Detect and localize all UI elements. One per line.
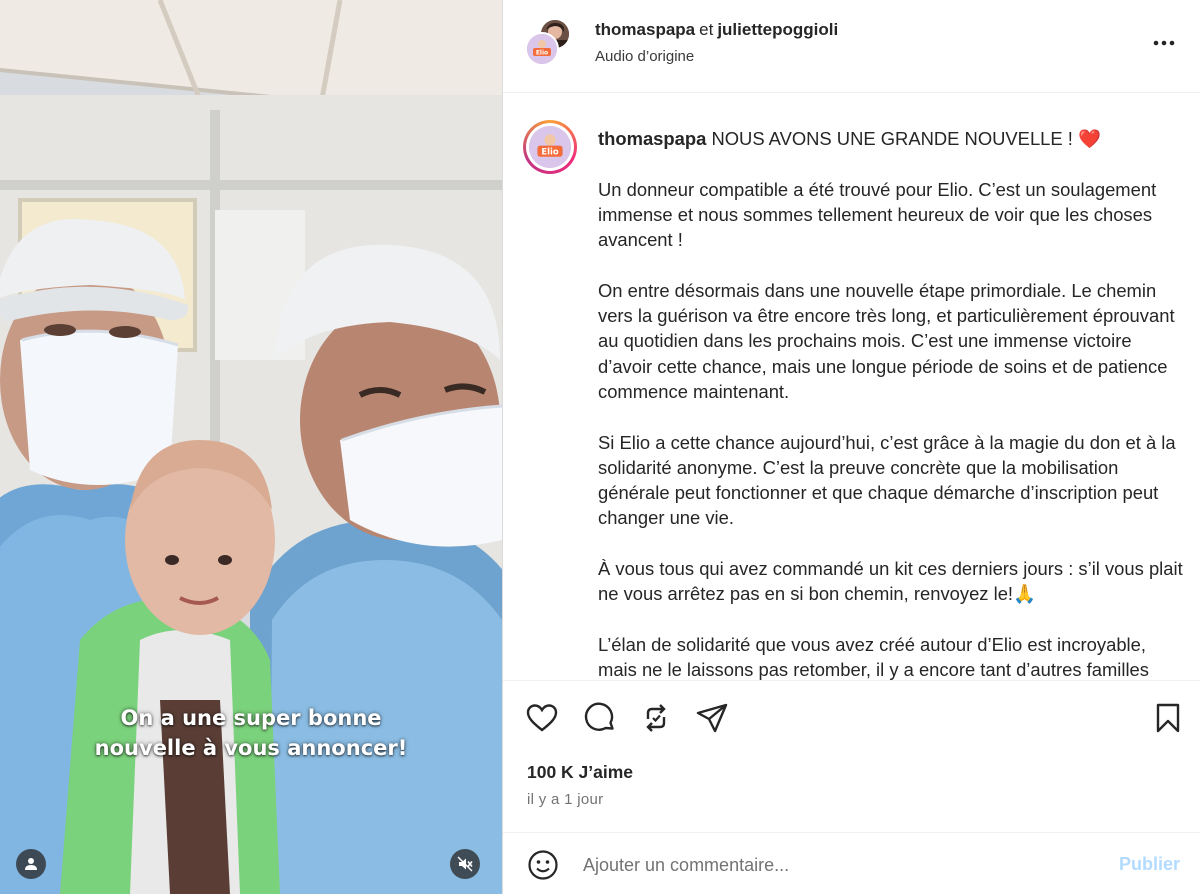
mute-toggle-button[interactable] bbox=[450, 849, 480, 879]
volume-muted-icon bbox=[457, 856, 473, 872]
avatar-thomaspapa[interactable]: Elio bbox=[525, 32, 559, 66]
caption-paragraph: Un donneur compatible a été trouvé pour … bbox=[598, 178, 1157, 251]
post-authors: thomaspapa et juliettepoggioli bbox=[595, 20, 838, 40]
author-link-1[interactable]: thomaspapa bbox=[595, 20, 695, 39]
emoji-picker-button[interactable] bbox=[527, 849, 559, 881]
more-options-button[interactable] bbox=[1149, 28, 1179, 58]
avatar-badge-text: Elio bbox=[541, 147, 558, 157]
add-comment-bar: Publier bbox=[503, 832, 1200, 894]
like-button[interactable] bbox=[525, 701, 559, 735]
author-connector: et bbox=[699, 20, 714, 39]
post-caption: thomaspapa NOUS AVONS UNE GRANDE NOUVELL… bbox=[598, 126, 1183, 680]
more-horizontal-icon bbox=[1153, 40, 1175, 46]
bookmark-icon bbox=[1156, 703, 1180, 733]
comment-button[interactable] bbox=[583, 701, 617, 735]
caption-paragraph: À vous tous qui avez commandé un kit ces… bbox=[598, 558, 1183, 605]
heart-icon bbox=[526, 704, 558, 732]
elio-badge-icon: Elio bbox=[527, 34, 557, 64]
repost-icon bbox=[646, 704, 666, 732]
comment-input[interactable] bbox=[583, 849, 1103, 881]
caption-author-avatar[interactable]: Elio bbox=[523, 120, 577, 174]
share-button[interactable] bbox=[695, 701, 729, 735]
save-button[interactable] bbox=[1151, 701, 1185, 735]
repost-button[interactable] bbox=[639, 701, 673, 735]
action-bar: 100 K J’aime il y a 1 jour bbox=[503, 680, 1200, 820]
post-panel: Elio thomaspapa et juliettepoggioli Audio … bbox=[502, 0, 1200, 894]
author-link-2[interactable]: juliettepoggioli bbox=[717, 20, 838, 39]
caption-paragraph: L’élan de solidarité que vous avez créé … bbox=[598, 633, 1149, 680]
caption-headline: NOUS AVONS UNE GRANDE NOUVELLE ! bbox=[711, 128, 1073, 149]
heart-emoji: ❤️ bbox=[1078, 128, 1101, 149]
caption-paragraph: Si Elio a cette chance aujourd’hui, c’es… bbox=[598, 431, 1176, 529]
emoji-icon bbox=[528, 850, 558, 880]
post-timestamp[interactable]: il y a 1 jour bbox=[527, 791, 603, 808]
caption-username[interactable]: thomaspapa bbox=[598, 128, 706, 149]
caption-paragraph: On entre désormais dans une nouvelle éta… bbox=[598, 279, 1175, 402]
collab-avatars[interactable]: Elio bbox=[525, 18, 575, 68]
pray-emoji: 🙏 bbox=[1013, 583, 1036, 605]
audio-link[interactable]: Audio d’origine bbox=[595, 48, 694, 65]
post-media[interactable]: On a une super bonne nouvelle à vous ann… bbox=[0, 0, 502, 894]
svg-text:Elio: Elio bbox=[536, 50, 548, 57]
video-caption-line-2: nouvelle à vous annoncer! bbox=[94, 736, 408, 760]
video-caption-line-1: On a une super bonne bbox=[120, 706, 382, 730]
caption-scroll-area[interactable]: Elio thomaspapa NOUS AVONS UNE GRANDE NO… bbox=[503, 94, 1200, 680]
tagged-users-button[interactable] bbox=[16, 849, 46, 879]
share-icon bbox=[696, 703, 728, 733]
publish-button[interactable]: Publier bbox=[1119, 854, 1180, 875]
user-icon bbox=[25, 858, 37, 870]
elio-badge-icon: Elio bbox=[529, 126, 571, 168]
comment-icon bbox=[584, 702, 614, 731]
like-count[interactable]: 100 K J’aime bbox=[527, 762, 633, 783]
post-header: Elio thomaspapa et juliettepoggioli Audio … bbox=[503, 0, 1200, 93]
